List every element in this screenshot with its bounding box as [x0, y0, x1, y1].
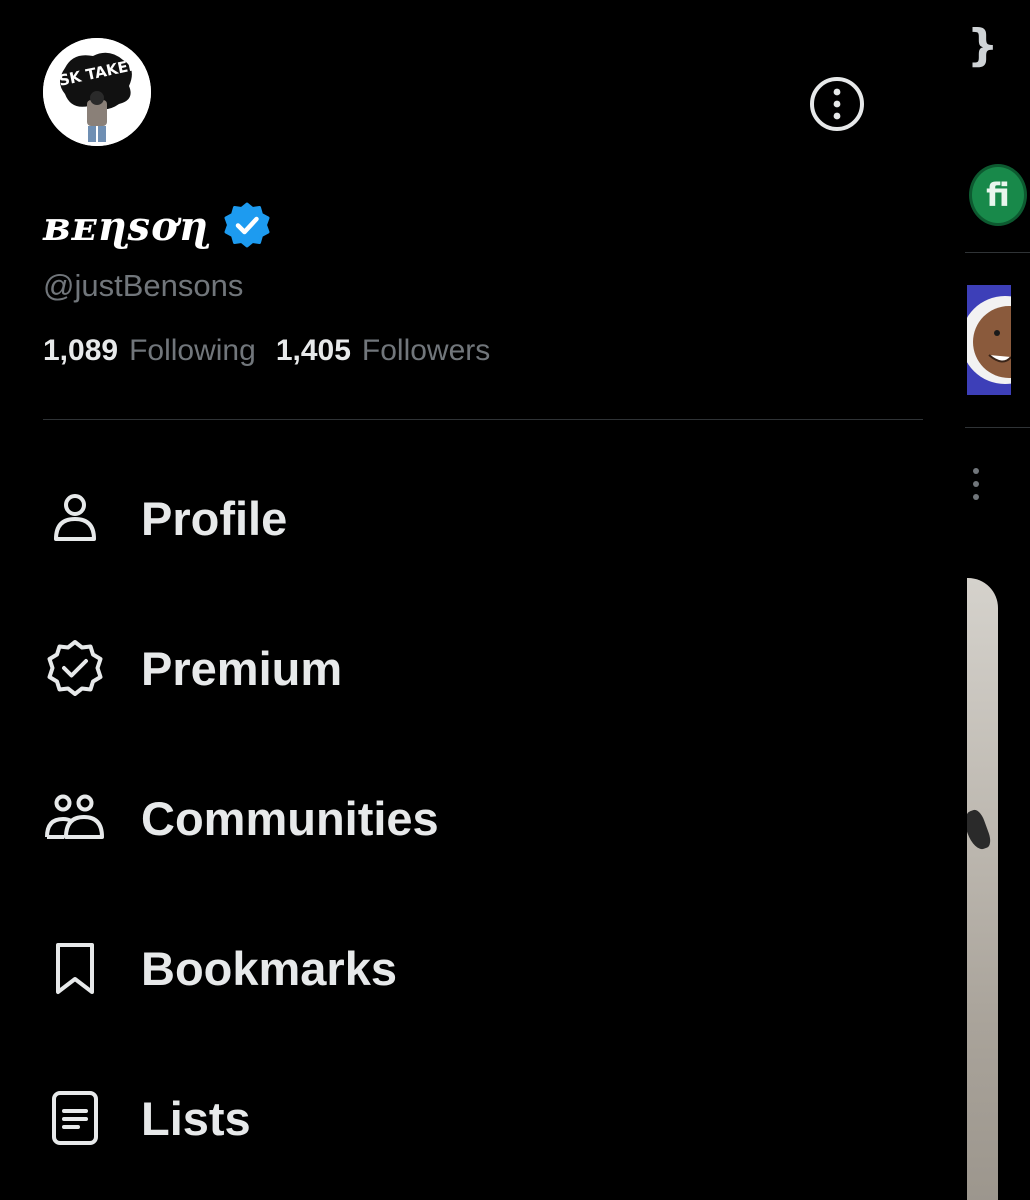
avatar-image: RISK TAKERS — [43, 38, 151, 146]
more-options-button[interactable] — [808, 75, 866, 133]
peek-avatar-image — [967, 285, 1011, 395]
following-count: 1,089 — [43, 334, 119, 367]
name-row: ʙᴇɳsơɳ — [43, 196, 271, 256]
fi-badge[interactable]: fi — [969, 164, 1027, 226]
menu-item-lists[interactable]: Lists — [43, 1073, 923, 1163]
menu-item-label: Communities — [141, 791, 439, 845]
list-icon — [43, 1086, 107, 1150]
menu-item-label: Bookmarks — [141, 941, 397, 995]
followers-count: 1,405 — [275, 334, 351, 367]
bookmark-icon — [43, 936, 107, 1000]
followers-stat[interactable]: 1,405 Followers — [276, 334, 490, 368]
peek-divider — [965, 252, 1030, 253]
divider — [43, 419, 923, 420]
menu-item-label: Profile — [141, 491, 288, 545]
menu-item-label: Premium — [141, 641, 343, 695]
more-options-icon — [810, 77, 864, 131]
fi-badge-text: fi — [986, 176, 1010, 214]
menu-item-label: Lists — [141, 1091, 251, 1145]
peek-divider — [965, 427, 1030, 428]
communities-icon — [43, 786, 107, 850]
verified-badge-icon — [43, 636, 107, 700]
peek-media-image[interactable] — [967, 578, 998, 1200]
peek-top-glyph: } — [967, 20, 999, 71]
following-label: Following — [129, 334, 256, 367]
menu-item-profile[interactable]: Profile — [43, 473, 923, 563]
peek-avatar[interactable] — [967, 285, 1011, 395]
verified-badge-icon — [223, 202, 271, 250]
avatar[interactable]: RISK TAKERS — [43, 38, 151, 146]
follow-stats: 1,089 Following 1,405 Followers — [43, 334, 490, 368]
handle: @justBensons — [43, 268, 244, 303]
followers-label: Followers — [361, 334, 491, 367]
display-name[interactable]: ʙᴇɳsơɳ — [43, 203, 209, 250]
person-icon — [43, 486, 107, 550]
timeline-peek: } fi — [965, 0, 1030, 1200]
peek-more-icon[interactable] — [972, 467, 980, 501]
following-stat[interactable]: 1,089 Following — [43, 334, 256, 368]
menu-item-communities[interactable]: Communities — [43, 773, 923, 863]
menu-item-premium[interactable]: Premium — [43, 623, 923, 713]
side-drawer: RISK TAKERS ʙᴇɳsơɳ @justBensons 1,089 Fo… — [0, 0, 965, 1200]
menu-item-bookmarks[interactable]: Bookmarks — [43, 923, 923, 1013]
